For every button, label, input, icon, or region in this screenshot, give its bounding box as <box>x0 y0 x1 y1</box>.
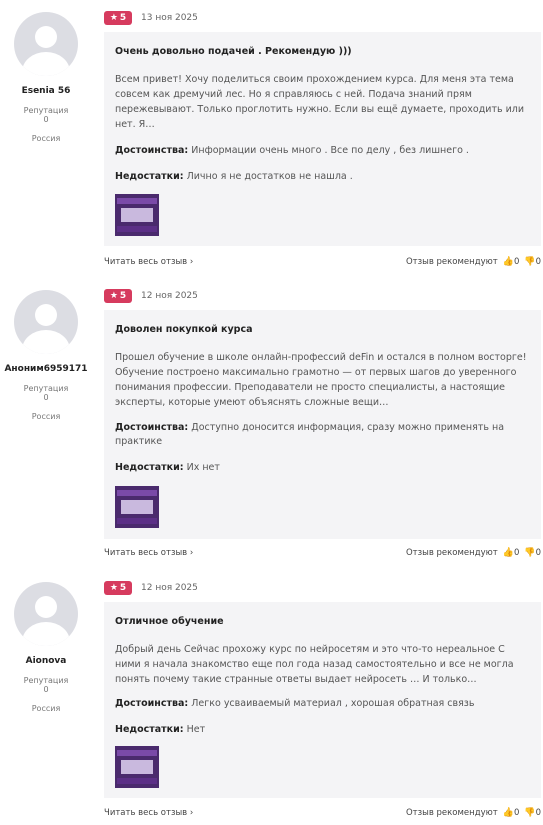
thumb-up-icon: 👍 <box>502 808 514 818</box>
review: Aionova Репутация 0 Россия ★ 5 12 ноя 20… <box>0 570 543 825</box>
dislike-button[interactable]: 👎0 <box>524 548 541 558</box>
pros-text: Информации очень много . Все по делу , б… <box>191 145 469 156</box>
username[interactable]: Esenia 56 <box>0 86 92 96</box>
rating-badge: ★ 5 <box>104 581 132 595</box>
reputation-label: Репутация <box>23 676 69 685</box>
recommend-label: Отзыв рекомендуют <box>405 548 498 558</box>
pros-text: Легко усваиваемый материал , хорошая обр… <box>191 698 475 709</box>
review-footer: Читать весь отзыв › Отзыв рекомендуют 👍0… <box>104 257 541 271</box>
review-date: 12 ноя 2025 <box>141 583 198 593</box>
pros-label: Достоинства: <box>115 422 189 433</box>
rating-value: 5 <box>119 13 127 23</box>
review-cons: Недостатки: Их нет <box>115 461 535 475</box>
star-icon: ★ <box>109 291 118 301</box>
like-button[interactable]: 👍0 <box>503 257 520 267</box>
avatar[interactable] <box>14 290 78 354</box>
review-photo-thumbnail[interactable] <box>115 194 159 236</box>
reputation-value: 0 <box>43 393 49 402</box>
username[interactable]: Аноним6959171 <box>0 364 92 374</box>
star-icon: ★ <box>109 13 118 23</box>
recommend-block: Отзыв рекомендуют 👍0 👎0 <box>406 548 541 558</box>
star-icon: ★ <box>109 583 118 593</box>
review-cons: Недостатки: Нет <box>115 723 535 737</box>
read-all-link[interactable]: Читать весь отзыв › <box>104 808 193 818</box>
recommend-label: Отзыв рекомендуют <box>405 808 498 818</box>
review-text: Добрый день Сейчас прохожу курс по нейро… <box>115 644 514 685</box>
dislike-button[interactable]: 👎0 <box>524 808 541 818</box>
like-button[interactable]: 👍0 <box>503 808 520 818</box>
dislike-button[interactable]: 👎0 <box>524 257 541 267</box>
user-country: Россия <box>31 134 61 143</box>
reputation-label: Репутация <box>23 106 69 115</box>
read-all-link[interactable]: Читать весь отзыв › <box>104 257 193 267</box>
review-date: 12 ноя 2025 <box>141 291 198 301</box>
user-country: Россия <box>31 412 61 421</box>
review-title[interactable]: Очень довольно подачей . Рекомендую ))) <box>115 46 352 57</box>
avatar[interactable] <box>14 582 78 646</box>
like-button[interactable]: 👍0 <box>503 548 520 558</box>
pros-label: Достоинства: <box>115 145 189 156</box>
chevron-right-icon: › <box>189 257 194 267</box>
review-pros: Достоинства: Легко усваиваемый материал … <box>115 697 535 711</box>
review-text: Всем привет! Хочу поделиться своим прохо… <box>115 74 525 130</box>
review-title[interactable]: Доволен покупкой курса <box>115 324 253 335</box>
rating-badge: ★ 5 <box>104 289 132 303</box>
recommend-label: Отзыв рекомендуют <box>405 257 498 267</box>
thumb-down-icon: 👎 <box>524 548 536 558</box>
user-country: Россия <box>31 704 61 713</box>
review-footer: Читать весь отзыв › Отзыв рекомендуют 👍0… <box>104 808 541 822</box>
rating-value: 5 <box>119 583 127 593</box>
pros-label: Достоинства: <box>115 698 189 709</box>
chevron-right-icon: › <box>189 548 194 558</box>
review-photo-thumbnail[interactable] <box>115 746 159 788</box>
review-pros: Достоинства: Доступно доносится информац… <box>115 421 535 449</box>
thumb-up-icon: 👍 <box>502 548 514 558</box>
cons-label: Недостатки: <box>115 724 184 735</box>
avatar[interactable] <box>14 12 78 76</box>
review-text: Прошел обучение в школе онлайн-профессий… <box>115 352 527 408</box>
thumb-up-icon: 👍 <box>502 257 514 267</box>
reputation-value: 0 <box>43 115 49 124</box>
thumb-down-icon: 👎 <box>524 257 536 267</box>
review-pros: Достоинства: Информации очень много . Вс… <box>115 144 535 158</box>
review-card: Очень довольно подачей . Рекомендую ))) … <box>104 32 541 246</box>
review-title[interactable]: Отличное обучение <box>115 616 224 627</box>
rating-badge: ★ 5 <box>104 11 132 25</box>
review-card: Доволен покупкой курса Прошел обучение в… <box>104 310 541 539</box>
review-cons: Недостатки: Лично я не достатков не нашл… <box>115 170 535 184</box>
cons-text: Лично я не достатков не нашла . <box>186 171 353 182</box>
review-photo-thumbnail[interactable] <box>115 486 159 528</box>
review: Аноним6959171 Репутация 0 Россия ★ 5 12 … <box>0 278 543 568</box>
review-card: Отличное обучение Добрый день Сейчас про… <box>104 602 541 798</box>
username[interactable]: Aionova <box>0 656 92 666</box>
recommend-block: Отзыв рекомендуют 👍0 👎0 <box>406 257 541 267</box>
rating-value: 5 <box>119 291 127 301</box>
review-footer: Читать весь отзыв › Отзыв рекомендуют 👍0… <box>104 548 541 562</box>
cons-label: Недостатки: <box>115 462 184 473</box>
recommend-block: Отзыв рекомендуют 👍0 👎0 <box>406 808 541 818</box>
chevron-right-icon: › <box>189 808 194 818</box>
cons-text: Их нет <box>186 462 220 473</box>
thumb-down-icon: 👎 <box>524 808 536 818</box>
read-all-link[interactable]: Читать весь отзыв › <box>104 548 193 558</box>
reputation-label: Репутация <box>23 384 69 393</box>
review: Esenia 56 Репутация 0 Россия ★ 5 13 ноя … <box>0 0 543 275</box>
cons-text: Нет <box>186 724 206 735</box>
cons-label: Недостатки: <box>115 171 184 182</box>
reputation-value: 0 <box>43 685 49 694</box>
review-date: 13 ноя 2025 <box>141 13 198 23</box>
